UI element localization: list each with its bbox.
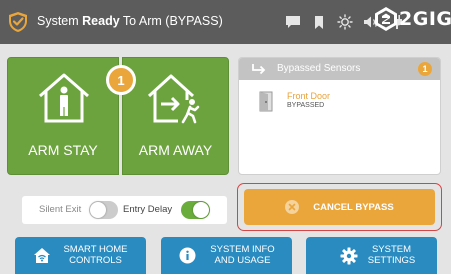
system-status-text: System Ready To Arm (BYPASS): [37, 14, 223, 28]
system-info-button[interactable]: SYSTEM INFO AND USAGE: [161, 237, 292, 274]
status-suffix: To Arm (BYPASS): [119, 14, 223, 28]
cancel-bypass-button[interactable]: CANCEL BYPASS: [244, 189, 435, 225]
bypassed-sensors-title: Bypassed Sensors: [277, 63, 361, 74]
door-icon: [259, 91, 273, 112]
arm-stay-label: ARM STAY: [28, 142, 98, 158]
system-settings-button[interactable]: SYSTEM SETTINGS: [306, 237, 437, 274]
bypassed-sensors-count: 1: [418, 62, 432, 76]
brand-logo: 2GIG: [374, 6, 451, 32]
bypassed-sensors-header: Bypassed Sensors 1: [239, 58, 440, 80]
brand-name: 2GIG: [399, 8, 451, 30]
info-icon: [179, 247, 196, 264]
smart-home-controls-button[interactable]: SMART HOME CONTROLS: [15, 237, 146, 274]
entry-delay-label: Entry Delay: [123, 204, 173, 215]
smart-home-icon: [34, 248, 50, 263]
entry-delay-toggle[interactable]: [181, 201, 210, 219]
bypassed-sensors-panel: Bypassed Sensors 1 Front Door BYPASSED: [238, 57, 441, 175]
home-person-icon: [39, 73, 89, 123]
status-prefix: System: [37, 14, 83, 28]
arm-away-button[interactable]: ARM AWAY: [122, 57, 229, 175]
cancel-bypass-label: CANCEL BYPASS: [313, 201, 394, 213]
silent-exit-toggle[interactable]: [89, 201, 118, 219]
2gig-logo-icon: [375, 7, 397, 31]
brightness-icon[interactable]: [336, 12, 354, 32]
home-exit-icon: [147, 74, 200, 124]
toggle-knob: [90, 202, 106, 218]
toggle-knob: [193, 202, 209, 218]
system-info-label: SYSTEM INFO AND USAGE: [210, 244, 275, 266]
chat-bubble-icon[interactable]: [284, 12, 302, 32]
bookmark-icon[interactable]: [310, 12, 328, 32]
arm-away-label: ARM AWAY: [138, 142, 213, 158]
silent-exit-label: Silent Exit: [39, 204, 82, 215]
status-bar: System Ready To Arm (BYPASS) 2GIG: [0, 0, 451, 44]
bypass-count-badge: 1: [106, 65, 136, 95]
arm-options: Silent Exit Entry Delay: [22, 196, 227, 224]
shield-check-icon: [9, 12, 27, 32]
sensor-name: Front Door: [287, 91, 331, 101]
arm-stay-button[interactable]: ARM STAY: [7, 57, 119, 175]
smart-home-controls-label: SMART HOME CONTROLS: [63, 244, 128, 266]
system-settings-label: SYSTEM SETTINGS: [367, 244, 416, 266]
bypass-arrow-icon: [252, 64, 266, 75]
sensor-list-item[interactable]: Front Door BYPASSED: [249, 89, 429, 115]
sensor-state: BYPASSED: [287, 102, 325, 109]
status-bold: Ready: [82, 14, 120, 28]
close-circle-icon: [285, 200, 300, 214]
